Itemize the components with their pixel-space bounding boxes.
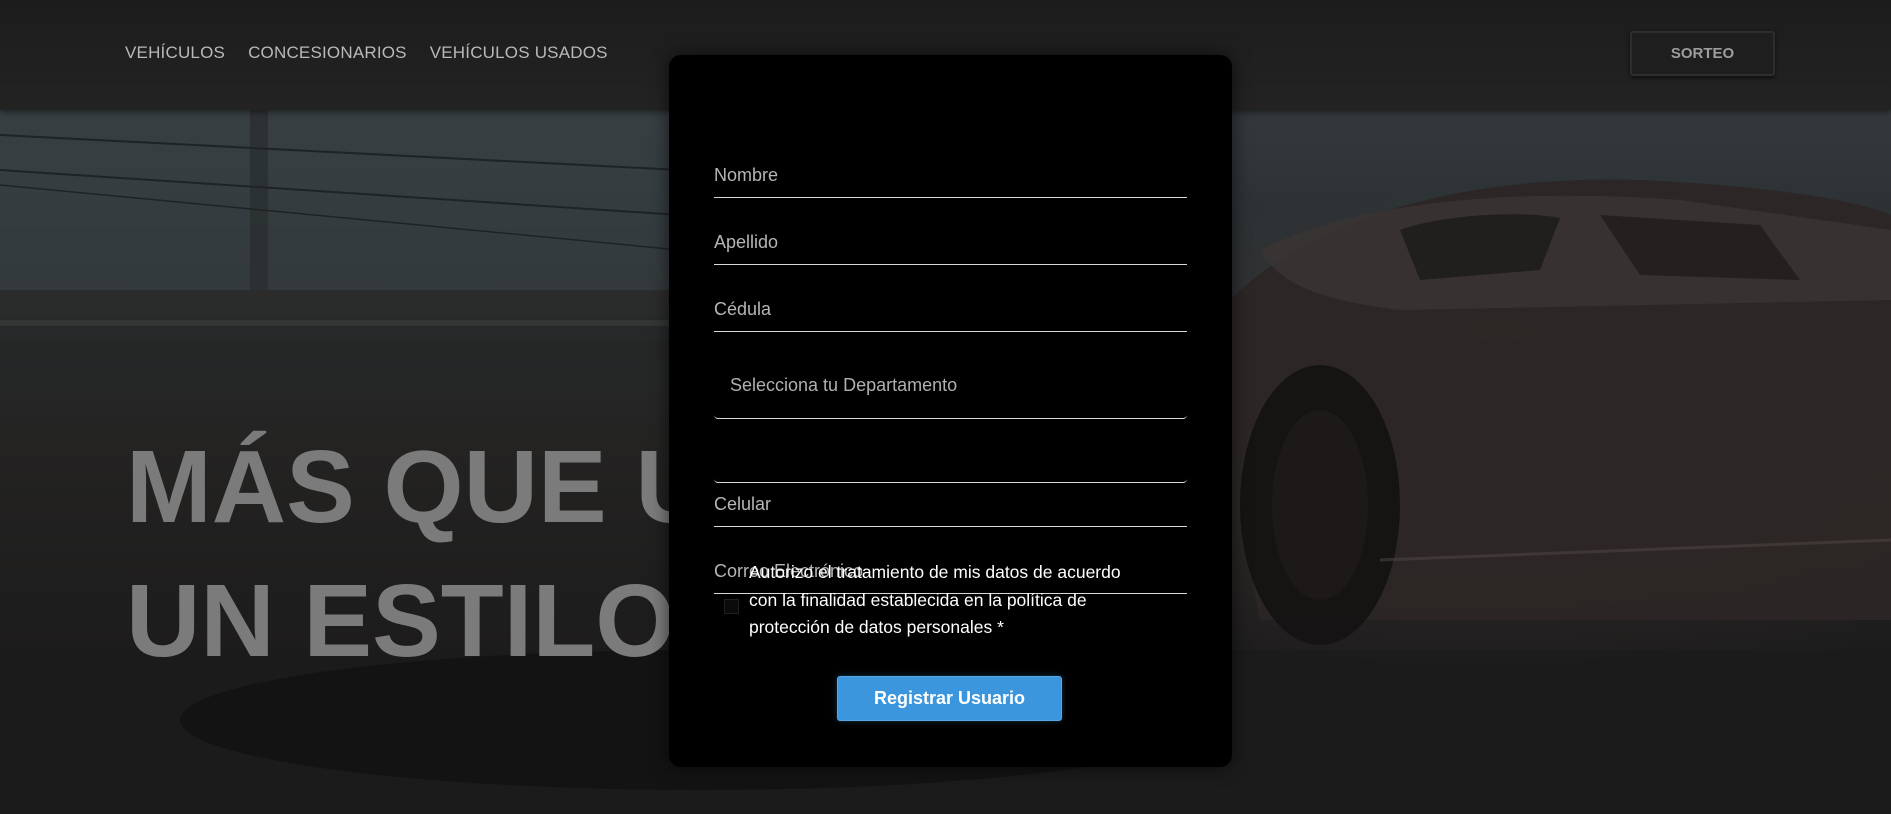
departamento-select[interactable]: Selecciona tu Departamento [714,343,1187,419]
cedula-label: Cédula [714,299,772,319]
departamento-placeholder: Selecciona tu Departamento [730,375,958,395]
nombre-field[interactable]: Nombre [714,99,1187,198]
sorteo-button[interactable]: SORTEO [1630,31,1775,76]
nav-link-concesionarios[interactable]: CONCESIONARIOS [248,43,407,63]
register-user-button[interactable]: Registrar Usuario [837,676,1062,721]
nav-link-vehiculos[interactable]: VEHÍCULOS [125,43,225,63]
celular-label: Celular [714,494,772,514]
main-nav: VEHÍCULOS CONCESIONARIOS VEHÍCULOS USADO… [125,43,608,63]
consent-checkbox[interactable] [724,599,739,614]
nav-link-vehiculos-usados[interactable]: VEHÍCULOS USADOS [430,43,608,63]
nombre-label: Nombre [714,165,779,185]
apellido-label: Apellido [714,232,779,252]
celular-field[interactable]: Celular [714,471,1187,527]
registration-form: Nombre Apellido Cédula Selecciona tu Dep… [669,55,1232,767]
consent-block: Autorizo el tratamiento de mis datos de … [714,559,1144,651]
consent-text: Autorizo el tratamiento de mis datos de … [749,562,1121,637]
cedula-field[interactable]: Cédula [714,276,1187,332]
apellido-field[interactable]: Apellido [714,209,1187,265]
